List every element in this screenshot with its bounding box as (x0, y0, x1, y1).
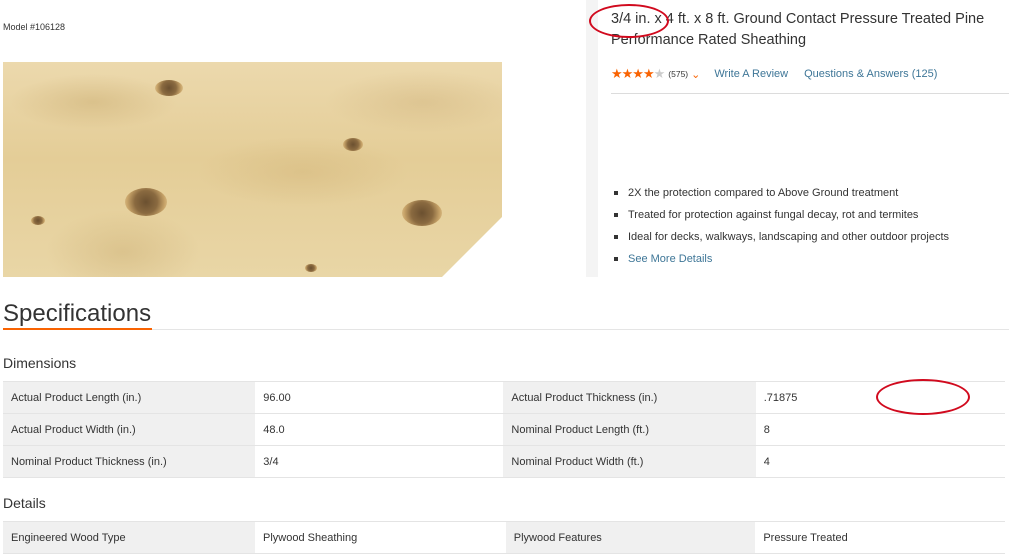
image-corner (441, 216, 502, 277)
spec-label: Actual Product Thickness (in.) (503, 381, 756, 414)
bullet-icon (614, 191, 618, 195)
spec-value: 4 (755, 445, 1005, 478)
wood-knot (31, 216, 45, 225)
table-row: Engineered Wood Type Plywood Sheathing P… (3, 521, 1005, 554)
spec-value: Plywood Sheathing (255, 521, 506, 554)
table-row: Nominal Product Thickness (in.) 3/4 Nomi… (3, 445, 1005, 478)
wood-knot (125, 188, 167, 216)
product-image[interactable] (3, 62, 502, 277)
spec-label: Actual Product Width (in.) (3, 413, 256, 446)
spec-value: 48.0 (255, 413, 504, 446)
bullet-icon (614, 213, 618, 217)
spec-value: 8 (755, 413, 1005, 446)
details-table: Engineered Wood Type Plywood Sheathing P… (3, 521, 1005, 554)
spec-value: .71875 (755, 381, 1005, 414)
bullet-icon (614, 235, 618, 239)
wood-knot (402, 200, 442, 226)
spec-label: Nominal Product Length (ft.) (503, 413, 756, 446)
questions-answers-link[interactable]: Questions & Answers (125) (804, 68, 937, 80)
highlight-item: Treated for protection against fungal de… (614, 207, 949, 229)
spec-label: Actual Product Length (in.) (3, 381, 256, 414)
divider (152, 329, 1009, 330)
spec-label: Nominal Product Width (ft.) (503, 445, 756, 478)
highlights-list: 2X the protection compared to Above Grou… (614, 185, 949, 273)
dimensions-heading: Dimensions (3, 355, 77, 371)
review-count[interactable]: (575) (668, 69, 688, 79)
column-divider (586, 0, 598, 277)
table-row: Actual Product Length (in.) 96.00 Actual… (3, 381, 1005, 414)
see-more-details-link[interactable]: See More Details (614, 251, 949, 273)
model-number: Model #106128 (3, 22, 66, 32)
highlight-item: 2X the protection compared to Above Grou… (614, 185, 949, 207)
write-review-link[interactable]: Write A Review (714, 68, 788, 80)
wood-knot (343, 138, 363, 151)
spec-label: Engineered Wood Type (3, 521, 256, 554)
highlight-item: Ideal for decks, walkways, landscaping a… (614, 229, 949, 251)
table-row: Actual Product Width (in.) 48.0 Nominal … (3, 413, 1005, 446)
specifications-heading: Specifications (3, 300, 152, 327)
spec-value: 3/4 (255, 445, 504, 478)
star-rating-icons[interactable]: ★★★★★ (611, 66, 666, 82)
half-star-icon: ★ (653, 66, 666, 81)
spec-label: Nominal Product Thickness (in.) (3, 445, 256, 478)
rating-row: ★★★★★ (575) ⌄ Write A Review Questions &… (611, 66, 937, 82)
spec-value: Pressure Treated (755, 521, 1005, 554)
wood-knot (155, 80, 183, 96)
details-heading: Details (3, 495, 46, 511)
heading-underline (3, 328, 152, 330)
product-title: 3/4 in. x 4 ft. x 8 ft. Ground Contact P… (611, 11, 985, 48)
chevron-down-icon[interactable]: ⌄ (691, 68, 700, 81)
wood-knot (305, 264, 317, 272)
dimensions-table: Actual Product Length (in.) 96.00 Actual… (3, 381, 1005, 478)
spec-value: 96.00 (255, 381, 504, 414)
spec-label: Plywood Features (505, 521, 756, 554)
divider (611, 93, 1009, 94)
bullet-icon (614, 257, 618, 261)
